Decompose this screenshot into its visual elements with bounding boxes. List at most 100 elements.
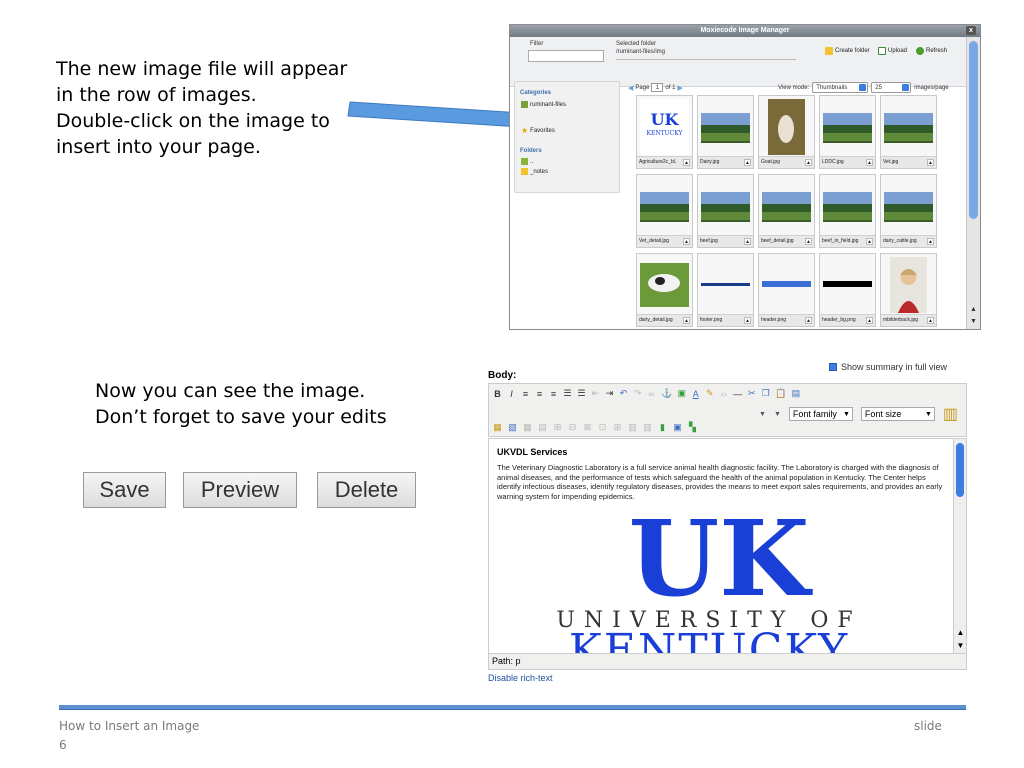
thumbnail-menu-icon[interactable]: ▲: [805, 317, 812, 324]
page-input[interactable]: 1: [651, 83, 664, 92]
thumbnail-item[interactable]: beef_detail.jpg ▲: [758, 174, 815, 248]
thumbnail-item[interactable]: footer.png ▲: [697, 253, 754, 327]
undo-icon[interactable]: ↶: [619, 388, 628, 399]
scrollbar[interactable]: ▲ ▼: [953, 439, 966, 653]
insert-row-icon[interactable]: ⊟: [568, 422, 577, 433]
bold-icon[interactable]: B: [493, 389, 502, 399]
font-family-select[interactable]: Font family ▼: [788, 407, 853, 421]
thumbnail-item[interactable]: LDDC.jpg ▲: [819, 95, 876, 169]
preview-button[interactable]: Preview: [183, 472, 297, 508]
thumbnail-menu-icon[interactable]: ▲: [805, 159, 812, 166]
fullscreen-icon[interactable]: ▚: [688, 422, 697, 433]
thumbnail-menu-icon[interactable]: ▲: [927, 317, 934, 324]
table-icon[interactable]: ▦: [523, 422, 532, 433]
merge-cells-icon[interactable]: ▥: [628, 422, 637, 433]
thumbnail-item[interactable]: header_bg.png ▲: [819, 253, 876, 327]
caret-down-icon[interactable]: ▼: [774, 411, 781, 418]
scrollbar-thumb[interactable]: [956, 443, 964, 497]
editor-content-area[interactable]: UKVDL Services The Veterinary Diagnostic…: [488, 438, 967, 654]
align-right-icon[interactable]: ≡: [549, 389, 558, 399]
unlink-icon[interactable]: ∞: [647, 389, 656, 399]
thumbnail-menu-icon[interactable]: ▲: [927, 159, 934, 166]
summary-toggle[interactable]: Show summary in full view: [829, 362, 947, 372]
thumbnail-menu-icon[interactable]: ▲: [683, 317, 690, 324]
italic-icon[interactable]: I: [507, 389, 516, 399]
thumbnail-menu-icon[interactable]: ▲: [927, 238, 934, 245]
scroll-down-icon[interactable]: ▼: [954, 641, 966, 650]
thumbnail-item[interactable]: mbilderback.jpg ▲: [880, 253, 937, 327]
thumbnail-menu-icon[interactable]: ▲: [683, 159, 690, 166]
text-color-icon[interactable]: A: [691, 389, 700, 399]
save-button[interactable]: Save: [83, 472, 166, 508]
view-mode-select[interactable]: Thumbnails: [812, 82, 869, 93]
redo-icon[interactable]: ↷: [633, 388, 642, 399]
category-item-favorites[interactable]: ★ Favorites: [521, 127, 555, 135]
scroll-up-icon[interactable]: ▲: [967, 306, 980, 316]
outdent-icon[interactable]: ⇤: [591, 388, 600, 399]
delete-col-icon[interactable]: ⊞: [613, 422, 622, 433]
table-props-icon[interactable]: ⊞: [553, 422, 562, 433]
thumbnail-menu-icon[interactable]: ▲: [744, 317, 751, 324]
insert-col-icon[interactable]: ⊡: [598, 422, 607, 433]
upload-button[interactable]: Upload: [878, 47, 907, 55]
copy-icon[interactable]: ❐: [761, 388, 770, 399]
font-size-select[interactable]: Font size ▼: [860, 407, 935, 421]
thumbnail-item[interactable]: Vet.jpg ▲: [880, 95, 937, 169]
scrollbar-thumb[interactable]: [969, 41, 978, 219]
thumbnail-menu-icon[interactable]: ▲: [683, 238, 690, 245]
close-icon[interactable]: x: [966, 26, 976, 35]
numbered-list-icon[interactable]: ☰: [577, 388, 586, 399]
paste-text-icon[interactable]: ▥: [943, 404, 958, 424]
thumbnail-item[interactable]: UK KENTUCKY Agriculture2c_bl. ▲: [636, 95, 693, 169]
thumbnail-menu-icon[interactable]: ▲: [866, 238, 873, 245]
anchor-icon[interactable]: ⚓: [661, 388, 672, 399]
thumbnail-item[interactable]: dairy_cattle.jpg ▲: [880, 174, 937, 248]
indent-icon[interactable]: ⇥: [605, 388, 614, 399]
scrollbar[interactable]: ▲ ▼: [966, 37, 980, 329]
scroll-up-icon[interactable]: ▲: [954, 628, 966, 637]
paste-word-icon[interactable]: ▤: [791, 388, 801, 399]
thumbnail-item[interactable]: header.png ▲: [758, 253, 815, 327]
thumbnail-item[interactable]: Vet_detail.jpg ▲: [636, 174, 693, 248]
folder-item-notes[interactable]: _notes: [521, 168, 548, 175]
filter-input[interactable]: [528, 50, 604, 62]
thumbnail-item[interactable]: Goat.jpg ▲: [758, 95, 815, 169]
per-page-select[interactable]: 25: [871, 82, 912, 93]
thumbnail-item[interactable]: Dairy.jpg ▲: [697, 95, 754, 169]
scroll-down-icon[interactable]: ▼: [967, 318, 980, 328]
uk-logo-image[interactable]: UK UNIVERSITY OF KENTUCKY: [509, 507, 929, 654]
caret-down-icon[interactable]: ▼: [759, 411, 766, 418]
horizontal-rule-icon[interactable]: —: [733, 389, 742, 399]
prev-page-icon[interactable]: ◀: [628, 84, 633, 92]
disable-rich-text-link[interactable]: Disable rich-text: [488, 673, 553, 683]
find-icon[interactable]: ▦: [493, 422, 502, 433]
split-cells-icon[interactable]: ▥: [643, 422, 652, 433]
align-center-icon[interactable]: ≡: [535, 389, 544, 399]
template-icon[interactable]: ▮: [658, 422, 667, 433]
next-page-icon[interactable]: ▶: [677, 84, 682, 92]
thumbnail-item[interactable]: beef.jpg ▲: [697, 174, 754, 248]
thumbnail-menu-icon[interactable]: ▲: [805, 238, 812, 245]
thumbnail-item[interactable]: dairy_detail.jpg ▲: [636, 253, 693, 327]
category-item-ruminant-files[interactable]: ruminant-files: [521, 101, 566, 108]
paste-icon[interactable]: 📋: [775, 388, 786, 399]
thumbnail-menu-icon[interactable]: ▲: [744, 238, 751, 245]
refresh-button[interactable]: Refresh: [916, 47, 947, 55]
media-icon[interactable]: ▣: [673, 422, 682, 433]
thumbnail-menu-icon[interactable]: ▲: [866, 159, 873, 166]
create-folder-button[interactable]: Create folder: [825, 47, 870, 55]
thumbnail-menu-icon[interactable]: ▲: [866, 317, 873, 324]
thumbnail-item[interactable]: beef_in_field.jpg ▲: [819, 174, 876, 248]
image-icon[interactable]: ▣: [677, 388, 686, 399]
highlight-icon[interactable]: ✎: [705, 388, 714, 399]
folder-item-up[interactable]: ..: [521, 158, 533, 165]
html-icon[interactable]: ‹›: [719, 389, 728, 399]
bullet-list-icon[interactable]: ☰: [563, 388, 572, 399]
delete-button[interactable]: Delete: [317, 472, 416, 508]
table-row-icon[interactable]: ▤: [538, 422, 547, 433]
delete-row-icon[interactable]: ⊠: [583, 422, 592, 433]
cut-icon[interactable]: ✂: [747, 388, 756, 399]
replace-icon[interactable]: ▧: [508, 422, 517, 433]
thumbnail-menu-icon[interactable]: ▲: [744, 159, 751, 166]
align-left-icon[interactable]: ≡: [521, 389, 530, 399]
